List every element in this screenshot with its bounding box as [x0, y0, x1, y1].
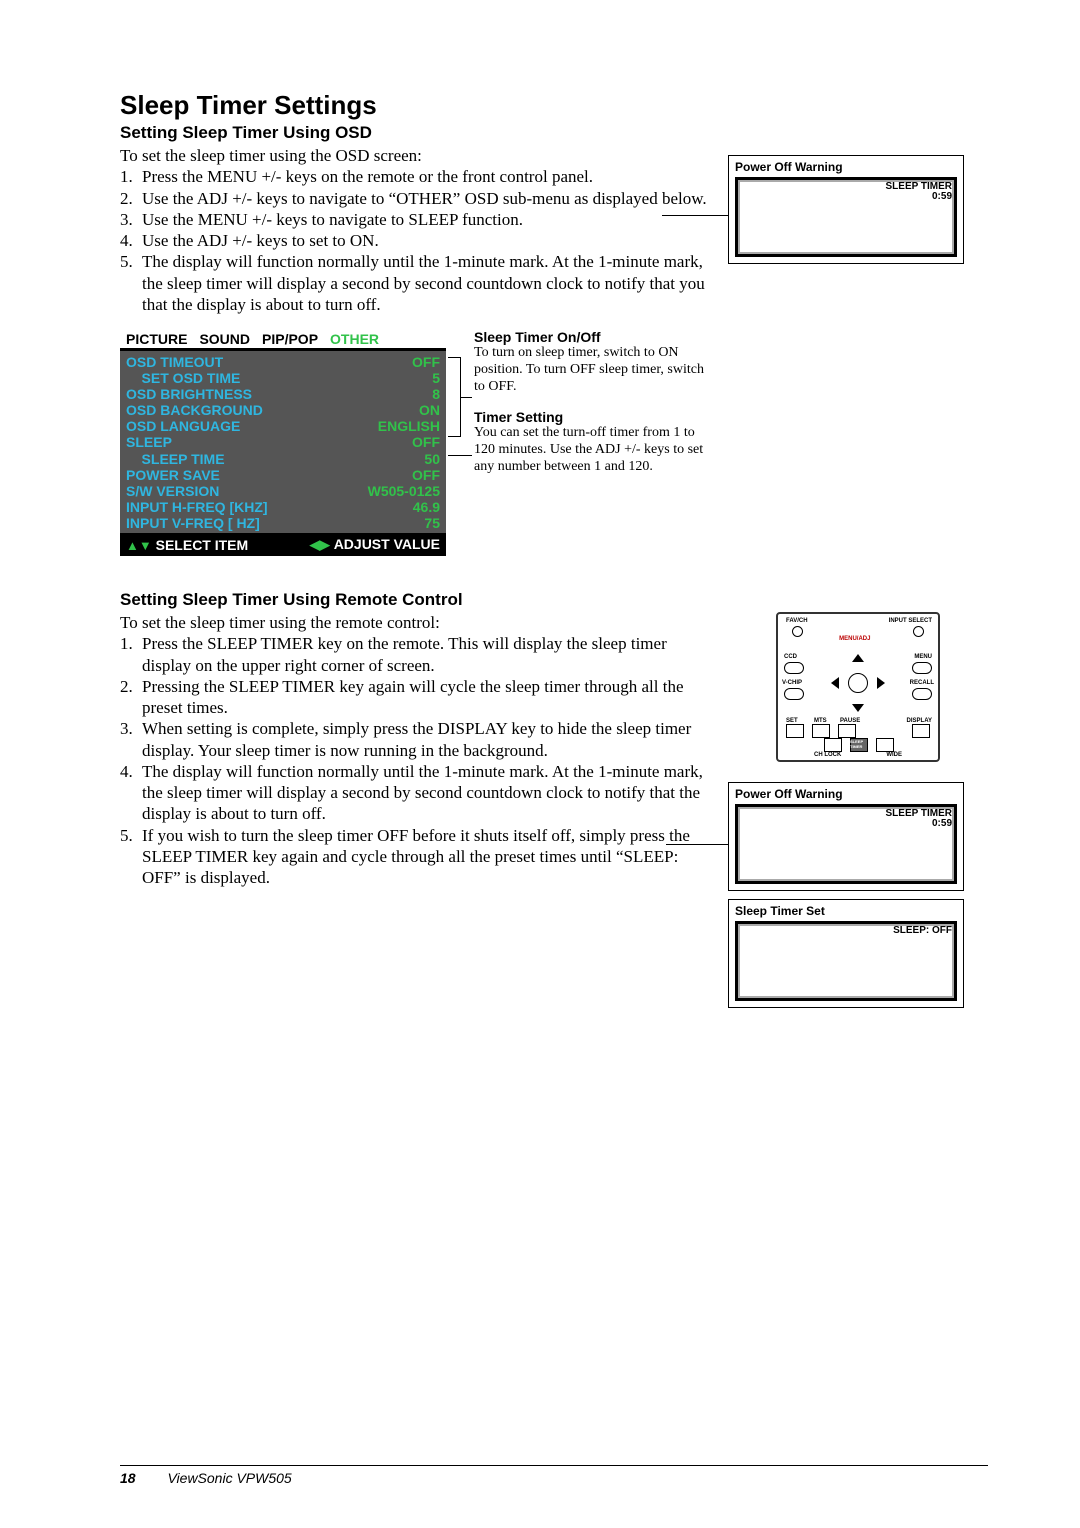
ccd-button	[784, 662, 804, 674]
s2-step2: Pressing the SLEEP TIMER key again will …	[142, 676, 710, 719]
chlock-button	[824, 738, 842, 752]
s1-step3: Use the MENU +/- keys to navigate to SLE…	[142, 209, 710, 230]
s2-step4: The display will function normally until…	[142, 761, 710, 825]
vchip-button	[784, 688, 804, 700]
menu-button	[912, 662, 932, 674]
mts-button	[812, 724, 830, 738]
sleep-timer-set-box: Sleep Timer Set SLEEP: OFF	[728, 899, 964, 1008]
favch-button	[792, 626, 803, 637]
power-off-warning-box: Power Off Warning SLEEP TIMER 0:59	[728, 155, 964, 264]
note1-title: Sleep Timer On/Off	[474, 329, 704, 345]
center-button	[848, 673, 868, 693]
osd-tab-sound: SOUND	[199, 331, 250, 347]
osd-tab-other: OTHER	[330, 331, 379, 347]
osd-menu: PICTURE SOUND PIP/POP OTHER OSD TIMEOUTO…	[120, 329, 446, 556]
s2-step3: When setting is complete, simply press t…	[142, 718, 710, 761]
wide-button	[876, 738, 894, 752]
left-arrow-icon	[831, 677, 839, 689]
tv2-line2: 0:59	[886, 819, 953, 829]
down-arrow-icon	[852, 704, 864, 712]
s1-step1: Press the MENU +/- keys on the remote or…	[142, 166, 710, 187]
up-arrow-icon	[852, 654, 864, 662]
s2-step5: If you wish to turn the sleep timer OFF …	[142, 825, 710, 889]
updown-arrow-icon: ▲▼	[126, 538, 152, 553]
s1-step4: Use the ADJ +/- keys to set to ON.	[142, 230, 710, 251]
page-number: 18	[120, 1470, 136, 1486]
power-off-warning-box-2: Power Off Warning SLEEP TIMER 0:59	[728, 782, 964, 891]
section1-intro: To set the sleep timer using the OSD scr…	[120, 145, 710, 166]
recall-button	[912, 688, 932, 700]
leftright-arrow-icon: ◀▶	[310, 537, 330, 552]
tv1-title: Power Off Warning	[735, 160, 957, 174]
tv1-line2: 0:59	[886, 192, 953, 202]
section2-heading: Setting Sleep Timer Using Remote Control	[120, 590, 988, 610]
section1-heading: Setting Sleep Timer Using OSD	[120, 123, 988, 143]
note2-body: You can set the turn-off timer from 1 to…	[474, 425, 704, 475]
s2-step1: Press the SLEEP TIMER key on the remote.…	[142, 633, 710, 676]
osd-tab-picture: PICTURE	[126, 331, 187, 347]
osd-tab-pippop: PIP/POP	[262, 331, 318, 347]
note1-body: To turn on sleep timer, switch to ON pos…	[474, 345, 704, 395]
tv3-title: Sleep Timer Set	[735, 904, 957, 918]
s1-step2: Use the ADJ +/- keys to navigate to “OTH…	[142, 188, 710, 209]
display-button	[912, 724, 930, 738]
input-select-button	[913, 626, 924, 637]
tv3-line: SLEEP: OFF	[893, 926, 952, 936]
right-arrow-icon	[877, 677, 885, 689]
pause-button	[838, 724, 856, 738]
product-name: ViewSonic VPW505	[167, 1470, 291, 1486]
s1-step5: The display will function normally until…	[142, 251, 710, 315]
set-button	[786, 724, 804, 738]
remote-control-illustration: FAV/CH INPUT SELECT MENU/ADJ CCD MENU V-…	[776, 612, 940, 762]
page-footer: 18 ViewSonic VPW505	[0, 1465, 1080, 1486]
tv2-title: Power Off Warning	[735, 787, 957, 801]
note2-title: Timer Setting	[474, 409, 704, 425]
section2-intro: To set the sleep timer using the remote …	[120, 612, 710, 633]
page-title: Sleep Timer Settings	[120, 90, 988, 121]
